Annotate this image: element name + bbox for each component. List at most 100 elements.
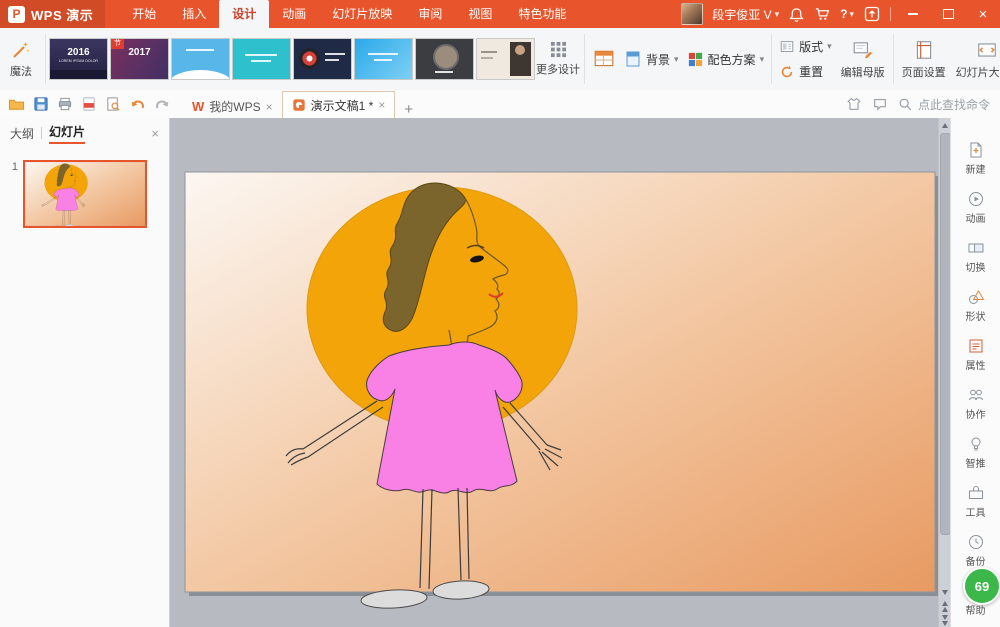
template-thumbnail-portrait[interactable] [476,38,535,80]
titlebar-separator [890,7,891,21]
template-thumbnail-record[interactable] [293,38,352,80]
search-icon [898,97,913,112]
tab-slides[interactable]: 幻灯片 [49,123,85,144]
minimize-button[interactable] [900,0,926,28]
fullscreen-button[interactable] [863,5,881,23]
sidebar-item-smart-recommend[interactable]: 智推 [951,428,1000,477]
wps-presentation-window: P WPS 演示 开始 插入 设计 动画 幻灯片放映 审阅 视图 特色功能 段宇… [0,0,1000,627]
tab-outline[interactable]: 大纲 [10,125,34,142]
export-pdf-button pdf-icon[interactable] [81,96,97,112]
arrow-down-icon [942,590,948,595]
template-thumbnail-2017[interactable]: 节 2017 [110,38,169,80]
page-setup-label: 页面设置 [902,64,946,80]
user-name-label: 段宇俊亚 V [712,6,771,23]
notification-bell-button[interactable] [788,6,805,23]
quick-icons [0,96,179,113]
tab-design[interactable]: 设计 [219,0,269,28]
titlebar-right: 段宇俊亚 V ▾ ? ▾ [681,0,1000,28]
arrow-up-icon [942,123,948,128]
template-thumbnail-cyan[interactable] [354,38,413,80]
magic-button[interactable]: 魔法 [0,39,42,79]
skin-button skin-icon[interactable] [846,96,862,112]
slide-canvas[interactable] [170,118,938,627]
sidebar-item-collaborate[interactable]: 协作 [951,379,1000,428]
save-button save-icon[interactable] [33,96,49,112]
tab-animation[interactable]: 动画 [269,0,319,28]
tab-slideshow[interactable]: 幻灯片放映 [319,0,405,28]
help-menu-button[interactable]: ? ▾ [840,7,854,21]
scroll-down-button[interactable] [939,585,950,599]
sidebar-item-animation[interactable]: 动画 [951,183,1000,232]
next-slide-button[interactable] [939,613,950,627]
sidebar-item-properties[interactable]: 属性 [951,330,1000,379]
tab-my-wps[interactable]: W 我的WPS × [183,95,282,118]
ribbon-separator [771,34,772,84]
collaborate-icon [967,386,985,404]
close-icon[interactable]: × [151,126,159,141]
scrollbar-bottom-buttons [939,585,950,627]
reset-button[interactable]: 重置 [775,63,836,80]
app-menu-button[interactable]: P WPS 演示 [0,0,105,28]
template-gallery: 2016 LOREM IPSUM DOLOR 节 2017 [49,38,535,80]
sidebar-item-new[interactable]: 新建 [951,134,1000,183]
edit-master-icon [852,39,874,61]
template-thumbnail-music[interactable] [415,38,474,80]
feedback-button message-icon[interactable] [872,96,888,112]
user-menu[interactable]: 段宇俊亚 V ▾ [712,6,779,23]
scroll-up-button[interactable] [939,118,950,132]
document-tab-bar: W 我的WPS × 演示文稿1 * × + [183,90,422,118]
double-arrow-up-icon [942,601,948,606]
tab-review[interactable]: 审阅 [405,0,455,28]
edit-master-button[interactable]: 编辑母版 [836,39,890,80]
undo-button undo-icon[interactable] [129,96,146,113]
slide-thumbnail-1[interactable] [23,160,147,228]
template-thumbnail-2016[interactable]: 2016 LOREM IPSUM DOLOR [49,38,108,80]
close-icon[interactable]: × [266,101,273,113]
command-search[interactable]: 点此查找命令 [898,96,990,113]
tab-home[interactable]: 开始 [119,0,169,28]
design-table-button[interactable] [588,48,620,70]
tab-view[interactable]: 视图 [455,0,505,28]
open-folder-button folder-icon[interactable] [8,96,25,113]
color-scheme-label: 配色方案 [708,51,756,68]
record-decoration [299,48,320,69]
layout-button[interactable]: 版式 ▾ [775,38,836,55]
color-scheme-button[interactable]: 配色方案 ▾ [683,51,769,68]
points-badge[interactable]: 69 [963,567,1000,605]
home-tab-label: 我的WPS [209,98,260,115]
sidebar-item-shapes[interactable]: 形状 [951,281,1000,330]
color-scheme-icon [687,51,704,68]
tab-presentation-1[interactable]: 演示文稿1 * × [282,91,396,118]
slide-size-button[interactable]: 幻灯片大小 ▾ [951,39,1000,80]
new-tab-button[interactable]: + [395,101,422,118]
quickbar-right: 点此查找命令 [846,96,1000,113]
store-cart-button[interactable] [814,6,831,23]
sidebar-item-tools[interactable]: 工具 [951,477,1000,526]
shapes-icon [967,288,985,306]
background-doc-icon [624,50,642,68]
print-preview-button preview-icon[interactable] [105,96,121,112]
slide-size-label: 幻灯片大小 [956,64,1000,80]
tab-special-features[interactable]: 特色功能 [505,0,579,28]
close-button[interactable]: × [970,0,996,28]
transition-icon [967,239,985,257]
template-thumbnail-snow[interactable] [171,38,230,80]
slide-editing-area[interactable] [170,118,938,627]
slide-thumbnail-row: 1 [0,148,169,228]
previous-slide-button[interactable] [939,599,950,613]
tab-insert[interactable]: 插入 [169,0,219,28]
close-icon[interactable]: × [378,99,385,111]
vertical-scrollbar[interactable] [938,118,950,627]
chevron-down-icon: ▾ [674,55,679,64]
page-setup-button[interactable]: 页面设置 [897,39,951,80]
sidebar-item-transition[interactable]: 切换 [951,232,1000,281]
more-designs-button[interactable]: 更多设计 [535,41,581,77]
portrait-decoration [510,42,531,76]
redo-button redo-icon[interactable] [154,96,171,113]
background-button[interactable]: 背景 ▾ [620,50,683,68]
print-button printer-icon[interactable] [57,96,73,112]
cart-icon [814,6,831,23]
template-thumbnail-teal[interactable] [232,38,291,80]
user-avatar[interactable] [681,3,703,25]
maximize-button[interactable] [935,0,961,28]
